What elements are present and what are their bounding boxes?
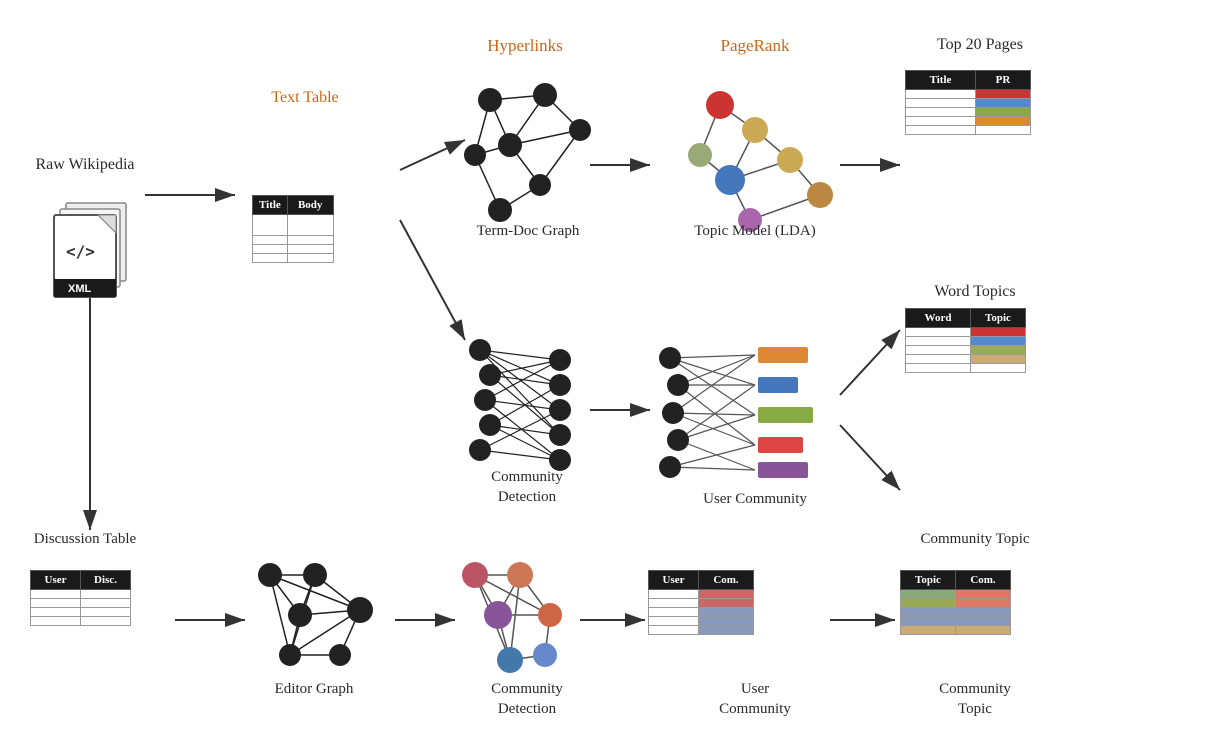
topic-com-table: Topic Com. <box>900 570 1011 635</box>
editor-graph-label: Editor Graph <box>254 680 374 700</box>
top20-label: Top 20 Pages <box>905 35 1055 56</box>
user-community-top-label: User Community <box>690 490 820 510</box>
word-topics-label: Word Topics <box>910 282 1040 303</box>
discussion-table-label: Discussion Table <box>30 530 140 550</box>
raw-wikipedia-label: Raw Wikipedia <box>35 155 135 176</box>
community-detection-graph-top <box>469 339 571 471</box>
svg-text:XML: XML <box>68 283 92 295</box>
editor-graph <box>258 563 373 666</box>
user-community-graph <box>659 347 813 478</box>
topic-model-label: Topic Model (LDA) <box>685 222 825 242</box>
hyperlinks-label: Hyperlinks <box>465 35 585 57</box>
text-table-label: Text Table <box>255 88 355 109</box>
term-doc-graph-label: Term-Doc Graph <box>468 222 588 242</box>
community-detection-graph-bottom <box>462 562 562 673</box>
community-detection-bottom-label: CommunityDetection <box>462 680 592 719</box>
pagerank-label: PageRank <box>690 35 820 57</box>
xml-doc-icon: </> XML <box>48 195 138 315</box>
community-topic-bottom-label: CommunityTopic <box>905 680 1045 719</box>
community-topic-label: Community Topic <box>905 530 1045 550</box>
title-body-table: Title Body <box>252 195 334 263</box>
pagerank-graph <box>688 91 833 232</box>
user-disc-table: User Disc. <box>30 570 131 626</box>
hyperlinks-graph <box>464 83 591 222</box>
word-topic-table: Word Topic <box>905 308 1026 373</box>
user-community-bottom-label: UserCommunity <box>690 680 820 719</box>
svg-text:</>: </> <box>66 242 95 261</box>
user-com-table: User Com. <box>648 570 754 635</box>
community-detection-top-label: Community Detection <box>462 468 592 507</box>
title-pr-table: Title PR <box>905 70 1031 135</box>
